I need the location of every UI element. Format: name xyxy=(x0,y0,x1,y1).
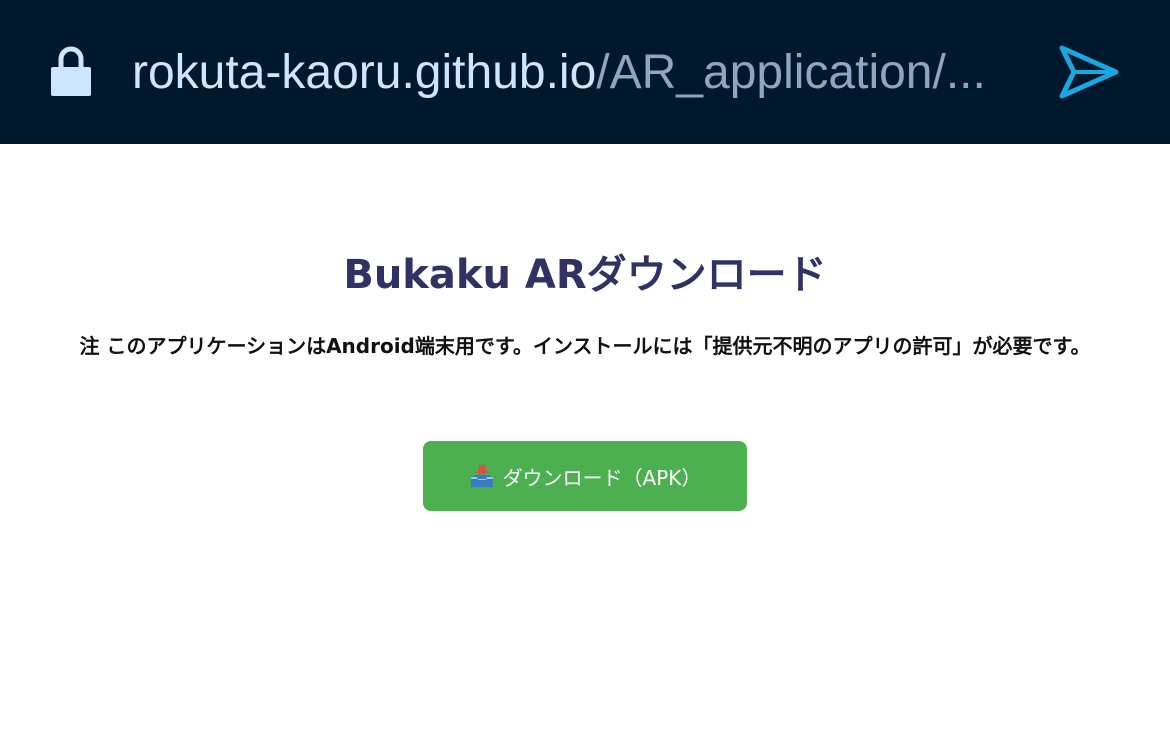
download-button-label: ダウンロード（APK） xyxy=(502,465,702,490)
page-title: Bukaku ARダウンロード xyxy=(343,252,827,298)
lock-icon xyxy=(51,46,91,96)
outbox-tray-icon xyxy=(470,465,493,487)
url-text[interactable]: rokuta-kaoru.github.io/AR_application/..… xyxy=(132,40,1012,106)
url-host: rokuta-kaoru.github.io xyxy=(132,46,597,99)
page-content: Bukaku ARダウンロード 注 このアプリケーションはAndroid端末用で… xyxy=(0,144,1170,754)
url-path: /AR_application/... xyxy=(596,46,986,99)
send-icon[interactable] xyxy=(1058,44,1120,100)
browser-address-bar: rokuta-kaoru.github.io/AR_application/..… xyxy=(0,0,1170,144)
download-apk-button[interactable]: ダウンロード（APK） xyxy=(423,441,747,511)
install-notice: 注 このアプリケーションはAndroid端末用です。インストールには「提供元不明… xyxy=(79,334,1091,358)
